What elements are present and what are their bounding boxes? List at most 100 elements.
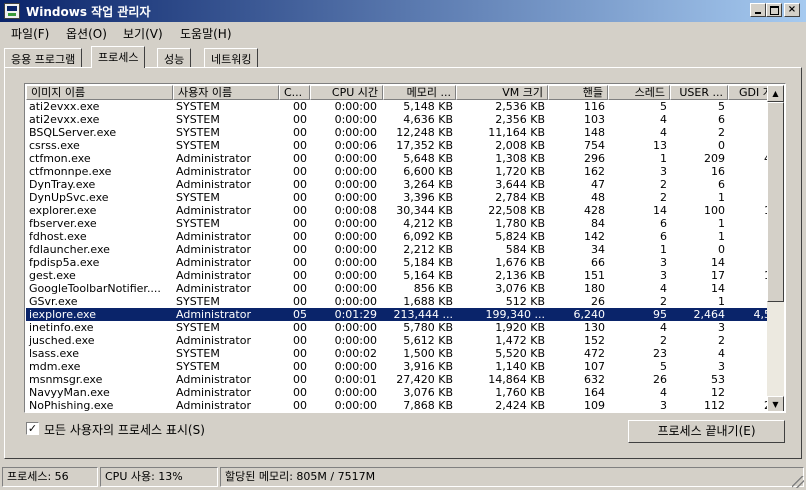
cell-gdi-objects: 7: [728, 113, 768, 126]
menu-view[interactable]: 보기(V): [123, 25, 163, 42]
minimize-button[interactable]: [750, 3, 766, 17]
cell-gdi-objects: 6: [728, 347, 768, 360]
process-row[interactable]: csrss.exe SYSTEM 00 0:00:06 17,352 KB 2,008 K…: [26, 139, 768, 152]
cell-user-objects: 16: [711, 165, 725, 178]
cell-user-objects: 12: [711, 386, 725, 399]
cell-vm-size: 1,308 KB: [495, 152, 545, 165]
process-row[interactable]: fdhost.exe Administrator 00 0:00:00 6,092 KB…: [26, 230, 768, 243]
cell-memory: 856 KB: [413, 282, 453, 295]
cell-handles: 296: [584, 152, 605, 165]
cell-handles: 632: [584, 373, 605, 386]
cell-gdi-objects: 5: [728, 126, 768, 139]
cell-handles: 472: [584, 347, 605, 360]
column-user-objects[interactable]: USER ...: [670, 85, 728, 100]
cell-memory: 12,248 KB: [396, 126, 453, 139]
cell-user-objects: 0: [718, 139, 725, 152]
vertical-scrollbar[interactable]: ▲ ▼: [767, 85, 784, 411]
cell-image-name: DynUpSvc.exe: [29, 191, 109, 204]
cell-cpu-time: 0:00:00: [334, 295, 377, 308]
process-row[interactable]: inetinfo.exe SYSTEM 00 0:00:00 5,780 KB 1,920…: [26, 321, 768, 334]
scroll-down-button[interactable]: ▼: [767, 396, 784, 411]
tab-applications[interactable]: 응용 프로그램: [4, 48, 83, 67]
scroll-up-button[interactable]: ▲: [767, 85, 784, 102]
process-row[interactable]: lsass.exe SYSTEM 00 0:00:02 1,500 KB 5,520 KB…: [26, 347, 768, 360]
cell-handles: 47: [591, 178, 605, 191]
column-vm-size[interactable]: VM 크기: [456, 85, 548, 100]
show-all-users-checkbox[interactable]: ✓: [26, 422, 39, 435]
cell-threads: 3: [660, 256, 667, 269]
cell-user-name: Administrator: [176, 178, 251, 191]
cell-vm-size: 2,008 KB: [495, 139, 545, 152]
show-all-users-label[interactable]: 모든 사용자의 프로세스 표시(S): [44, 421, 205, 438]
cell-handles: 48: [591, 191, 605, 204]
cell-image-name: gest.exe: [29, 269, 76, 282]
close-button[interactable]: ×: [784, 3, 800, 17]
process-row[interactable]: GoogleToolbarNotifier.... Administrator 00…: [26, 282, 768, 295]
menu-file[interactable]: 파일(F): [11, 25, 49, 42]
process-row[interactable]: explorer.exe Administrator 00 0:00:08 30,344…: [26, 204, 768, 217]
title-bar[interactable]: Windows 작업 관리자 ×: [0, 0, 806, 22]
menu-help[interactable]: 도움말(H): [180, 25, 232, 42]
process-row[interactable]: ctfmon.exe Administrator 00 0:00:00 5,648 KB…: [26, 152, 768, 165]
process-row[interactable]: GSvr.exe SYSTEM 00 0:00:00 1,688 KB 512 KB 26 2…: [26, 295, 768, 308]
cell-user-name: Administrator: [176, 152, 251, 165]
cell-user-objects: 6: [718, 113, 725, 126]
process-row[interactable]: fbserver.exe SYSTEM 00 0:00:00 4,212 KB 1,780…: [26, 217, 768, 230]
process-row[interactable]: msnmsgr.exe Administrator 00 0:00:01 27,420 …: [26, 373, 768, 386]
cell-user-name: Administrator: [176, 399, 251, 411]
cell-threads: 3: [660, 399, 667, 411]
menu-options[interactable]: 옵션(O): [66, 25, 107, 42]
column-cpu[interactable]: C...: [279, 85, 310, 100]
process-row[interactable]: fpdisp5a.exe Administrator 00 0:00:00 5,184 …: [26, 256, 768, 269]
tab-processes[interactable]: 프로세스: [91, 46, 146, 68]
cell-cpu-time: 0:00:00: [334, 321, 377, 334]
process-row[interactable]: BSQLServer.exe SYSTEM 00 0:00:00 12,248 KB 11…: [26, 126, 768, 139]
cell-vm-size: 1,760 KB: [495, 386, 545, 399]
task-manager-icon: [4, 3, 20, 19]
process-row[interactable]: fdlauncher.exe Administrator 00 0:00:00 2,21…: [26, 243, 768, 256]
cell-vm-size: 1,676 KB: [495, 256, 545, 269]
process-row[interactable]: NoPhishing.exe Administrator 00 0:00:00 7,86…: [26, 399, 768, 411]
cell-threads: 95: [653, 308, 667, 321]
cell-memory: 2,212 KB: [403, 243, 453, 256]
process-row[interactable]: NavyyMan.exe Administrator 00 0:00:00 3,076 …: [26, 386, 768, 399]
cell-user-name: Administrator: [176, 308, 251, 321]
cell-gdi-objects: 5: [728, 360, 768, 373]
column-user-name[interactable]: 사용자 이름: [173, 85, 279, 100]
column-image-name[interactable]: 이미지 이름: [26, 85, 173, 100]
end-process-button[interactable]: 프로세스 끝내기(E): [628, 420, 785, 443]
cell-gdi-objects: 0: [728, 243, 768, 256]
column-cpu-time[interactable]: CPU 시간: [310, 85, 383, 100]
cell-vm-size: 2,536 KB: [495, 100, 545, 113]
cell-gdi-objects: 0: [728, 139, 768, 152]
process-row[interactable]: DynTray.exe Administrator 00 0:00:00 3,264 K…: [26, 178, 768, 191]
cell-user-objects: 2: [718, 126, 725, 139]
tab-networking[interactable]: 네트워킹: [204, 48, 259, 67]
cell-gdi-objects: 6: [728, 334, 768, 347]
process-row[interactable]: ati2evxx.exe SYSTEM 00 0:00:00 4,636 KB 2,356…: [26, 113, 768, 126]
process-list[interactable]: 이미지 이름 사용자 이름 C... CPU 시간 메모리 ... VM 크기 …: [24, 83, 786, 413]
maximize-button[interactable]: [766, 3, 782, 17]
cell-vm-size: 2,424 KB: [495, 399, 545, 411]
column-threads[interactable]: 스레드: [608, 85, 670, 100]
tab-performance[interactable]: 성능: [157, 48, 192, 67]
scroll-thumb[interactable]: [767, 102, 784, 302]
cell-threads: 2: [660, 191, 667, 204]
cell-handles: 109: [584, 399, 605, 411]
process-row[interactable]: ati2evxx.exe SYSTEM 00 0:00:00 5,148 KB 2,536…: [26, 100, 768, 113]
process-row[interactable]: mdm.exe SYSTEM 00 0:00:00 3,916 KB 1,140 KB 10…: [26, 360, 768, 373]
process-row[interactable]: gest.exe Administrator 00 0:00:00 5,164 KB 2,…: [26, 269, 768, 282]
cell-image-name: fpdisp5a.exe: [29, 256, 100, 269]
cell-handles: 116: [584, 100, 605, 113]
process-row[interactable]: DynUpSvc.exe SYSTEM 00 0:00:00 3,396 KB 2,784…: [26, 191, 768, 204]
menu-bar: 파일(F) 옵션(O) 보기(V) 도움말(H): [0, 22, 806, 42]
cell-user-name: Administrator: [176, 165, 251, 178]
cell-user-objects: 4: [718, 347, 725, 360]
cell-user-objects: 3: [718, 360, 725, 373]
process-row[interactable]: jusched.exe Administrator 00 0:00:00 5,612 K…: [26, 334, 768, 347]
column-memory[interactable]: 메모리 ...: [383, 85, 456, 100]
process-row[interactable]: iexplore.exe Administrator 05 0:01:29 213,44…: [26, 308, 768, 321]
resize-grip[interactable]: [792, 476, 804, 488]
column-handles[interactable]: 핸들: [548, 85, 608, 100]
process-row[interactable]: ctfmonnpe.exe Administrator 00 0:00:00 6,600…: [26, 165, 768, 178]
